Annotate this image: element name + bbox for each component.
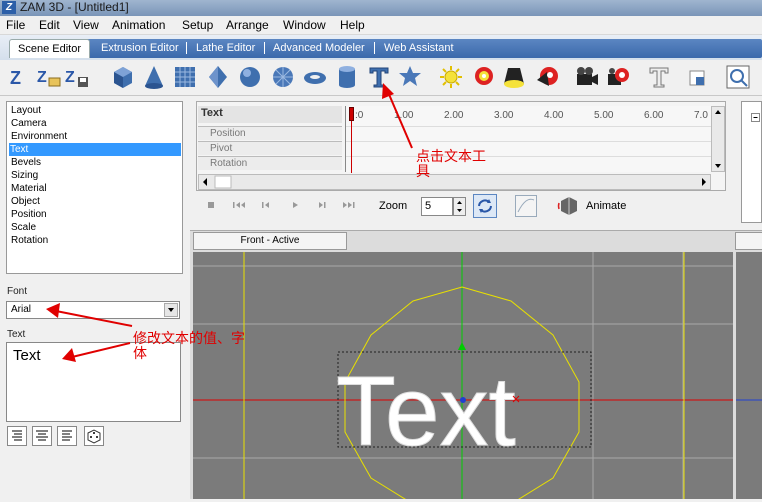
annotation-click-text-tool: 点击文本工 具 bbox=[416, 148, 486, 179]
annotation-modify-text: 修改文本的值、字 体 bbox=[133, 330, 245, 361]
annotation-arrows bbox=[46, 83, 413, 362]
